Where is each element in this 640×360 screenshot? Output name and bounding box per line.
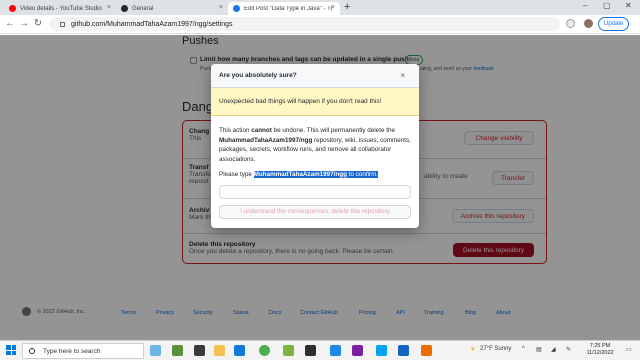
clock[interactable]: 7:25 PM 11/12/2022: [580, 343, 620, 357]
app-icon[interactable]: [376, 345, 387, 356]
app-icon[interactable]: [421, 345, 432, 356]
repo-name: MuhammadTahaAzam1997/ngg: [219, 136, 313, 144]
app-icon[interactable]: [305, 345, 316, 356]
app-icon[interactable]: [330, 345, 341, 356]
dialog-title: Are you absolutely sure?: [219, 72, 297, 79]
notifications-icon[interactable]: ▭: [626, 346, 632, 353]
github-icon: [121, 5, 128, 12]
windows-start-icon[interactable]: [6, 345, 16, 355]
minimize-icon[interactable]: –: [583, 1, 587, 10]
warning-text: Unexpected bad things will happen if you…: [219, 98, 382, 105]
confirm-repo-input[interactable]: [219, 184, 411, 199]
confirm-delete-button[interactable]: I understand the consequences, delete th…: [219, 204, 411, 219]
news-widget-icon[interactable]: [150, 345, 161, 356]
tray-overflow-icon[interactable]: ^: [522, 346, 525, 352]
browser-tab-bar: Video details - YouTube Studio × General…: [0, 0, 640, 15]
search-icon: [29, 348, 35, 354]
type-suffix: to confirm.: [346, 171, 379, 178]
language-icon[interactable]: ✎: [566, 346, 571, 353]
update-button[interactable]: Update: [598, 17, 630, 31]
type-target: MuhammadTahaAzam1997/ngg: [253, 171, 347, 178]
type-instruction: Please type MuhammadTahaAzam1997/ngg to …: [219, 170, 411, 180]
app-icon[interactable]: [398, 345, 409, 356]
weather-text: 27°F Sunny: [480, 346, 512, 352]
update-label: Update: [604, 21, 624, 27]
url-text: github.com/MuhammadTahaAzam1997/ngg/sett…: [71, 20, 233, 28]
edge-icon[interactable]: [234, 345, 245, 356]
time: 7:25 PM: [589, 343, 611, 349]
desc-bold: cannot: [251, 127, 272, 134]
type-prefix: Please type: [219, 171, 254, 178]
task-view-icon[interactable]: [194, 345, 205, 356]
lock-icon: [60, 21, 65, 27]
volume-icon[interactable]: ◢: [551, 346, 556, 353]
chrome-icon[interactable]: [259, 345, 270, 356]
forward-icon[interactable]: →: [18, 18, 30, 29]
avatar[interactable]: [584, 19, 593, 28]
close-icon[interactable]: ×: [107, 4, 111, 11]
file-explorer-icon[interactable]: [214, 345, 225, 356]
dialog-description: This action cannot be undone. This will …: [219, 126, 411, 164]
weather-widget-icon[interactable]: [172, 345, 183, 356]
maximize-icon[interactable]: ▢: [603, 1, 611, 10]
tab-general[interactable]: General ×: [116, 2, 228, 15]
close-icon[interactable]: ×: [400, 71, 405, 80]
dialog-body: This action cannot be undone. This will …: [211, 116, 419, 180]
back-icon[interactable]: ←: [4, 18, 16, 29]
desc-text: This action: [219, 127, 252, 134]
button-label: I understand the consequences, delete th…: [240, 208, 390, 215]
new-tab-button[interactable]: +: [344, 1, 350, 13]
dialog-header: Are you absolutely sure?: [211, 64, 419, 88]
tab-title: Video details - YouTube Studio: [20, 5, 102, 12]
delete-confirm-dialog: Are you absolutely sure? × Unexpected ba…: [211, 64, 419, 228]
close-icon[interactable]: ×: [219, 4, 223, 11]
tab-title: Edit Post "Data Type in Java" - Tut: [244, 5, 332, 12]
reload-icon[interactable]: ↻: [32, 18, 44, 29]
desc-text: be undone. This will permanently delete …: [271, 127, 395, 134]
wordpress-icon: [233, 5, 240, 12]
tab-youtube-studio[interactable]: Video details - YouTube Studio ×: [4, 2, 116, 15]
tab-edit-post[interactable]: Edit Post "Data Type in Java" - Tut ×: [228, 2, 340, 15]
browser-toolbar: ← → ↻ github.com/MuhammadTahaAzam1997/ng…: [0, 15, 640, 34]
network-icon[interactable]: ▤: [536, 346, 542, 353]
app-icon[interactable]: [352, 345, 363, 356]
windows-taskbar: Type here to search ☀ 27°F Sunny ^ ▤ ◢ ✎…: [0, 340, 640, 360]
close-icon[interactable]: ×: [331, 4, 335, 11]
search-placeholder: Type here to search: [43, 347, 101, 355]
sun-icon: ☀: [470, 347, 476, 353]
address-bar[interactable]: github.com/MuhammadTahaAzam1997/ngg/sett…: [50, 17, 560, 31]
window-close-icon[interactable]: ✕: [625, 1, 632, 10]
date: 11/12/2022: [586, 350, 614, 356]
youtube-icon: [9, 5, 16, 12]
app-icon[interactable]: [283, 345, 294, 356]
taskbar-search[interactable]: Type here to search: [22, 343, 144, 359]
warning-banner: Unexpected bad things will happen if you…: [211, 88, 419, 116]
tab-title: General: [132, 5, 154, 12]
extensions-icon[interactable]: [566, 19, 575, 28]
